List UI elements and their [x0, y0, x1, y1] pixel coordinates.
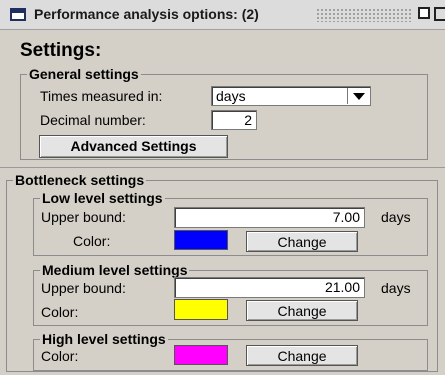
low-level-legend: Low level settings [42, 190, 163, 206]
high-color-change-button[interactable]: Change [246, 345, 358, 366]
low-color-change-button[interactable]: Change [246, 231, 358, 252]
high-color-label: Color: [41, 348, 79, 364]
times-measured-label: Times measured in: [40, 88, 163, 104]
medium-upper-bound-label: Upper bound: [41, 280, 126, 296]
medium-color-swatch [174, 299, 228, 320]
window-title: Performance analysis options: (2) [34, 6, 259, 22]
times-measured-select[interactable]: days [211, 86, 371, 106]
restore-icon[interactable] [418, 7, 430, 19]
title-bar[interactable]: Performance analysis options: (2) [0, 0, 445, 30]
low-color-label: Color: [73, 233, 111, 249]
low-unit: days [381, 209, 411, 225]
decimal-number-input[interactable]: 2 [211, 110, 257, 130]
title-bar-grip [316, 8, 412, 22]
decimal-number-label: Decimal number: [40, 112, 146, 128]
low-upper-bound-label: Upper bound: [41, 209, 126, 225]
medium-color-label: Color: [41, 304, 79, 320]
medium-color-change-button[interactable]: Change [246, 300, 358, 321]
medium-level-legend: Medium level settings [42, 262, 188, 278]
general-settings-legend: General settings [29, 66, 139, 82]
window-icon [10, 8, 26, 21]
settings-heading: Settings: [20, 40, 102, 61]
times-measured-value: days [216, 88, 246, 104]
medium-unit: days [381, 280, 411, 296]
medium-upper-bound-input[interactable]: 21.00 [174, 277, 365, 298]
advanced-settings-button[interactable]: Advanced Settings [39, 135, 228, 158]
high-level-group: High level settings [33, 331, 428, 371]
section-divider [0, 167, 445, 168]
chevron-down-icon[interactable] [347, 88, 369, 104]
high-level-legend: High level settings [42, 331, 166, 347]
high-color-swatch [174, 345, 228, 365]
maximize-icon[interactable] [434, 7, 445, 21]
low-color-swatch [174, 230, 228, 250]
low-upper-bound-input[interactable]: 7.00 [174, 207, 365, 228]
bottleneck-settings-legend: Bottleneck settings [15, 172, 145, 188]
